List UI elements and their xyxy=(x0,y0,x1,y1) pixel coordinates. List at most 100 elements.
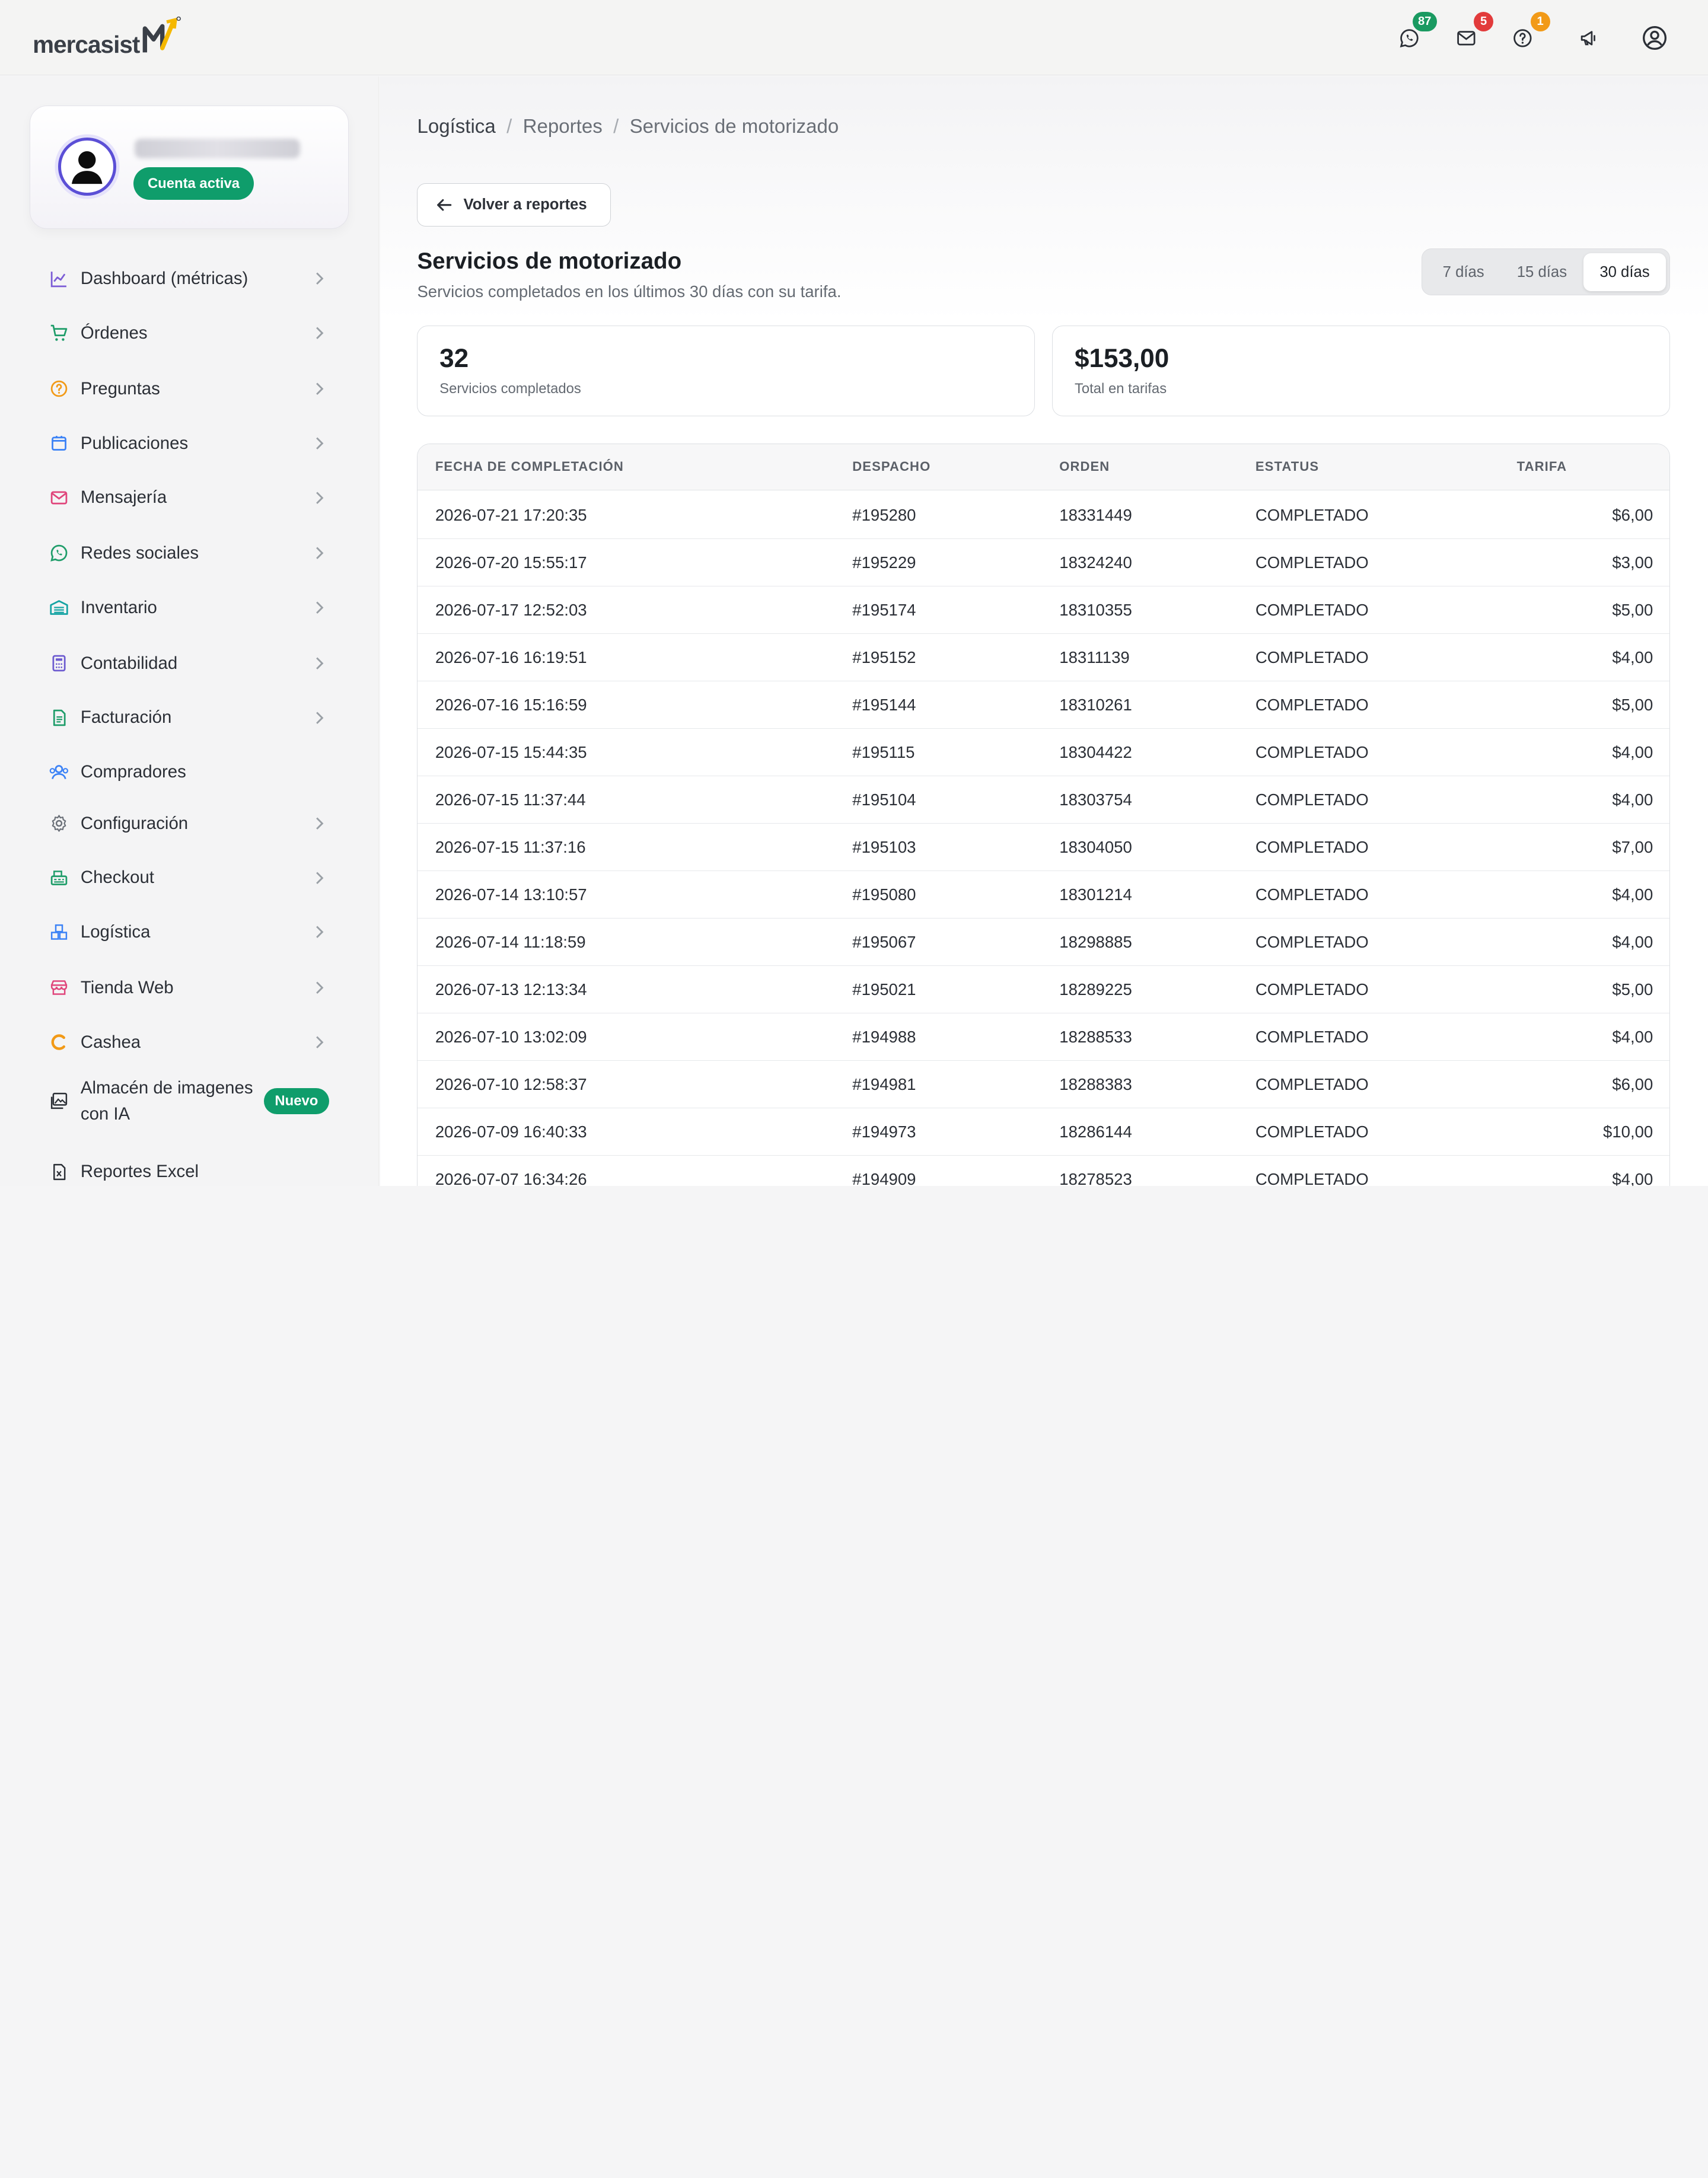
range-15-days[interactable]: 15 días xyxy=(1503,253,1581,291)
top-bar: mercasist 87 5 1 xyxy=(0,0,1708,75)
sidebar-item-inventario[interactable]: Inventario xyxy=(30,588,346,627)
table-row[interactable]: 2026-07-21 17:20:35 #195280 18331449 COMPLE… xyxy=(418,492,1669,540)
cell-fecha: 2026-07-16 16:19:51 xyxy=(435,648,587,667)
account-status-badge: Cuenta activa xyxy=(133,167,254,200)
sidebar-item-almacen-imagenes[interactable]: Almacén de imagenes con IA Nuevo xyxy=(30,1074,346,1128)
sidebar-item-ordenes[interactable]: Órdenes xyxy=(30,314,346,353)
cell-despacho: #194981 xyxy=(852,1075,916,1094)
table-row[interactable]: 2026-07-14 11:18:59 #195067 18298885 COMPLE… xyxy=(418,919,1669,967)
sidebar-item-contabilidad[interactable]: Contabilidad xyxy=(30,643,346,683)
table-row[interactable]: 2026-07-14 13:10:57 #195080 18301214 COMPLE… xyxy=(418,871,1669,919)
cell-fecha: 2026-07-14 13:10:57 xyxy=(435,885,587,904)
table-row[interactable]: 2026-07-20 15:55:17 #195229 18324240 COMPLE… xyxy=(418,539,1669,587)
table-row[interactable]: 2026-07-09 16:40:33 #194973 18286144 COMPLE… xyxy=(418,1108,1669,1156)
sidebar-item-facturacion[interactable]: Facturación xyxy=(30,698,346,737)
register-icon xyxy=(48,867,70,889)
column-header-orden[interactable]: ORDEN xyxy=(1059,459,1110,474)
cell-fecha: 2026-07-17 12:52:03 xyxy=(435,601,587,620)
table-row[interactable]: 2026-07-17 12:52:03 #195174 18310355 COMPLE… xyxy=(418,586,1669,634)
new-badge: Nuevo xyxy=(264,1088,329,1114)
mail-button[interactable]: 5 xyxy=(1452,12,1494,52)
range-7-days[interactable]: 7 días xyxy=(1426,253,1500,291)
stat-card-services: 32 Servicios completados xyxy=(417,326,1035,416)
cell-orden: 18310355 xyxy=(1059,601,1132,620)
sidebar-item-cashea[interactable]: Cashea xyxy=(30,1023,346,1062)
cell-tarifa: $4,00 xyxy=(1612,1170,1653,1187)
account-button[interactable] xyxy=(1640,24,1669,52)
profile-name-redacted xyxy=(134,139,301,159)
table-row[interactable]: 2026-07-16 15:16:59 #195144 18310261 COMPLE… xyxy=(418,681,1669,729)
cell-orden: 18288533 xyxy=(1059,1028,1132,1047)
cell-orden: 18289225 xyxy=(1059,980,1132,999)
cell-tarifa: $4,00 xyxy=(1612,885,1653,904)
back-to-reports-button[interactable]: Volver a reportes xyxy=(417,183,611,227)
cell-tarifa: $6,00 xyxy=(1612,506,1653,525)
sidebar-item-label: Redes sociales xyxy=(80,543,199,563)
sidebar-item-compradores[interactable]: Compradores xyxy=(30,752,346,792)
cell-fecha: 2026-07-10 12:58:37 xyxy=(435,1075,587,1094)
cell-tarifa: $4,00 xyxy=(1612,1028,1653,1047)
table-row[interactable]: 2026-07-15 11:37:16 #195103 18304050 COMPLE… xyxy=(418,824,1669,872)
sidebar-item-label: Preguntas xyxy=(80,378,160,398)
breadcrumb-separator: / xyxy=(506,115,512,138)
column-header-estatus[interactable]: ESTATUS xyxy=(1255,459,1319,474)
back-button-label: Volver a reportes xyxy=(463,196,587,213)
range-30-days[interactable]: 30 días xyxy=(1583,253,1666,292)
breadcrumb-logistica[interactable]: Logística xyxy=(417,116,495,138)
cell-estatus: COMPLETADO xyxy=(1255,696,1369,715)
sidebar-item-dashboard[interactable]: Dashboard (métricas) xyxy=(30,259,346,298)
cell-fecha: 2026-07-15 11:37:44 xyxy=(435,790,586,809)
page-title: Servicios de motorizado xyxy=(417,248,682,274)
chevron-right-icon xyxy=(316,437,324,449)
sidebar-item-logistica[interactable]: Logística xyxy=(30,913,346,952)
stat-value: 32 xyxy=(439,343,469,373)
sidebar-item-mensajeria[interactable]: Mensajería xyxy=(30,478,346,517)
cell-fecha: 2026-07-15 11:37:16 xyxy=(435,838,586,857)
sidebar-item-redes-sociales[interactable]: Redes sociales xyxy=(30,534,346,573)
column-header-tarifa[interactable]: TARIFA xyxy=(1517,459,1567,474)
stat-label: Servicios completados xyxy=(439,380,581,397)
users-icon xyxy=(48,761,70,783)
table-row[interactable]: 2026-07-13 12:13:34 #195021 18289225 COMPLE… xyxy=(418,966,1669,1014)
cell-fecha: 2026-07-09 16:40:33 xyxy=(435,1123,587,1141)
cell-orden: 18304050 xyxy=(1059,838,1132,857)
boxes-icon xyxy=(48,921,70,943)
date-range-selector: 7 días 15 días 30 días xyxy=(1421,248,1670,295)
warehouse-icon xyxy=(48,597,70,618)
sidebar-item-configuracion[interactable]: Configuración xyxy=(30,803,346,843)
help-button[interactable]: 1 xyxy=(1509,12,1550,52)
cell-estatus: COMPLETADO xyxy=(1255,1028,1369,1047)
chevron-right-icon xyxy=(316,817,324,830)
sidebar-item-tienda-web[interactable]: Tienda Web xyxy=(30,968,346,1007)
column-header-fecha[interactable]: FECHA DE COMPLETACIÓN xyxy=(435,459,624,474)
help-icon xyxy=(1513,29,1532,47)
sidebar-item-reportes-excel[interactable]: Reportes Excel xyxy=(30,1152,346,1186)
sidebar-item-preguntas[interactable]: Preguntas xyxy=(30,369,346,409)
sidebar-item-label: Logística xyxy=(80,922,151,942)
table-row[interactable]: 2026-07-15 15:44:35 #195115 18304422 COMPLE… xyxy=(418,729,1669,777)
cell-orden: 18331449 xyxy=(1059,506,1132,525)
sidebar-item-checkout[interactable]: Checkout xyxy=(30,858,346,897)
logo-text: mercasist xyxy=(33,31,140,59)
cell-estatus: COMPLETADO xyxy=(1255,601,1369,620)
sidebar-item-publicaciones[interactable]: Publicaciones xyxy=(30,423,346,463)
bag-icon xyxy=(48,432,70,454)
breadcrumb-reportes[interactable]: Reportes xyxy=(523,116,603,138)
sidebar-item-label: Compradores xyxy=(80,762,186,782)
logo[interactable]: mercasist xyxy=(33,15,182,57)
table-row[interactable]: 2026-07-07 16:34:26 #194909 18278523 COMPLE… xyxy=(418,1156,1669,1186)
table-row[interactable]: 2026-07-16 16:19:51 #195152 18311139 COMPLE… xyxy=(418,634,1669,682)
table-row[interactable]: 2026-07-15 11:37:44 #195104 18303754 COMPLE… xyxy=(418,776,1669,824)
cell-despacho: #195104 xyxy=(852,790,916,809)
table-row[interactable]: 2026-07-10 13:02:09 #194988 18288533 COMPLE… xyxy=(418,1013,1669,1061)
table-row[interactable]: 2026-07-10 12:58:37 #194981 18288383 COMPLE… xyxy=(418,1061,1669,1109)
announcements-button[interactable] xyxy=(1575,24,1604,52)
avatar[interactable] xyxy=(58,138,116,196)
stat-label: Total en tarifas xyxy=(1074,380,1167,397)
profile-card: Cuenta activa xyxy=(29,106,349,229)
cell-fecha: 2026-07-15 15:44:35 xyxy=(435,743,587,762)
chevron-right-icon xyxy=(316,272,324,285)
whatsapp-button[interactable]: 87 xyxy=(1395,12,1437,52)
column-header-despacho[interactable]: DESPACHO xyxy=(852,459,931,474)
cell-tarifa: $4,00 xyxy=(1612,743,1653,762)
